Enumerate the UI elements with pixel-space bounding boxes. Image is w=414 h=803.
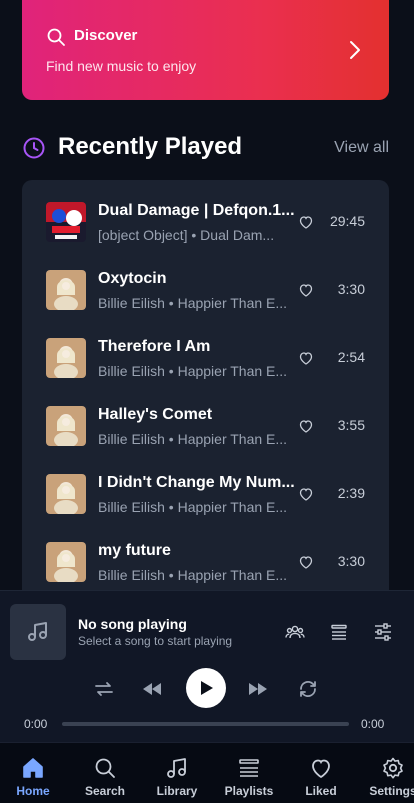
heart-icon[interactable] — [298, 282, 314, 298]
current-time: 0:00 — [24, 717, 48, 731]
now-playing-title: No song playing — [78, 616, 187, 632]
recently-played-header: Recently Played View all — [22, 131, 389, 165]
home-icon — [23, 758, 43, 778]
repeat-icon[interactable] — [93, 678, 115, 700]
track-duration: 2:39 — [337, 485, 365, 501]
track-duration: 2:54 — [337, 349, 365, 365]
nav-item-search[interactable]: Search — [69, 743, 141, 803]
nav-label: Search — [84, 784, 126, 798]
view-all-link[interactable]: View all — [334, 139, 389, 157]
track-subtitle: Billie Eilish • Happier Than E... — [98, 431, 288, 447]
track-duration: 3:30 — [337, 553, 365, 569]
heart-icon[interactable] — [298, 350, 314, 366]
discover-banner[interactable]: Discover Find new music to enjoy — [22, 0, 389, 100]
discover-title: Discover — [74, 27, 138, 44]
nav-item-library[interactable]: Library — [141, 743, 213, 803]
play-button[interactable] — [186, 668, 226, 708]
main-scroll[interactable]: Discover Find new music to enjoy Recentl… — [0, 0, 414, 590]
nav-item-liked[interactable]: Liked — [285, 743, 357, 803]
total-time: 0:00 — [361, 717, 385, 731]
nav-item-settings[interactable]: Settings — [357, 743, 414, 803]
now-playing-bar: No song playing Select a song to start p… — [0, 590, 414, 742]
heart-icon[interactable] — [298, 214, 314, 230]
section-title: Recently Played — [58, 133, 243, 160]
gear-icon — [383, 757, 403, 779]
nav-label: Home — [16, 784, 50, 798]
now-playing-subtitle: Select a song to start playing — [78, 634, 233, 648]
nav-label: Library — [156, 784, 198, 798]
discover-subtitle: Find new music to enjoy — [46, 58, 197, 74]
next-icon[interactable] — [247, 678, 269, 700]
nav-label: Playlists — [224, 784, 274, 798]
search-icon — [95, 758, 115, 778]
track-duration: 3:30 — [337, 281, 365, 297]
heart-icon[interactable] — [298, 554, 314, 570]
play-icon — [201, 681, 213, 695]
track-duration: 29:45 — [329, 213, 365, 229]
clock-icon — [23, 137, 45, 159]
track-row[interactable]: Therefore I Am Billie Eilish • Happier Th… — [22, 324, 389, 392]
album-art — [46, 338, 86, 378]
chevron-right-icon — [350, 41, 360, 59]
music-note-icon — [28, 622, 47, 641]
track-duration: 3:55 — [337, 417, 365, 433]
bottom-nav: Home Search Library Playlists Liked Settings — [0, 742, 414, 803]
track-subtitle: Billie Eilish • Happier Than E... — [98, 363, 288, 379]
progress-bar[interactable] — [62, 722, 349, 726]
list-icon — [239, 759, 259, 777]
nav-item-playlists[interactable]: Playlists — [213, 743, 285, 803]
nav-label: Liked — [305, 784, 337, 798]
track-row[interactable]: I Didn't Change My Num... Billie Eilish •… — [22, 460, 389, 528]
track-title: Dual Damage | Defqon.1... — [98, 202, 295, 219]
album-art — [46, 474, 86, 514]
queue-icon[interactable] — [329, 622, 349, 642]
track-title: Oxytocin — [98, 270, 167, 287]
track-row[interactable]: my future Billie Eilish • Happier Than E.… — [22, 528, 389, 590]
nav-item-home[interactable]: Home — [0, 743, 69, 803]
heart-icon — [312, 759, 330, 779]
users-icon[interactable] — [285, 622, 305, 642]
album-art — [46, 202, 86, 242]
heart-icon[interactable] — [298, 486, 314, 502]
heart-icon[interactable] — [298, 418, 314, 434]
track-subtitle: [object Object] • Dual Dam... — [98, 227, 275, 243]
equalizer-icon[interactable] — [373, 622, 393, 642]
track-title: Therefore I Am — [98, 338, 211, 355]
track-subtitle: Billie Eilish • Happier Than E... — [98, 295, 288, 311]
nav-label: Settings — [369, 784, 414, 798]
track-row[interactable]: Halley's Comet Billie Eilish • Happier Th… — [22, 392, 389, 460]
track-row[interactable]: Dual Damage | Defqon.1... [object Object]… — [22, 188, 389, 256]
track-subtitle: Billie Eilish • Happier Than E... — [98, 567, 288, 583]
album-art — [46, 270, 86, 310]
track-title: Halley's Comet — [98, 406, 213, 423]
previous-icon[interactable] — [141, 678, 163, 700]
recently-played-list: Dual Damage | Defqon.1... [object Object]… — [22, 180, 389, 590]
music-note-icon — [167, 758, 186, 778]
album-art — [46, 542, 86, 582]
track-title: I Didn't Change My Num... — [98, 474, 295, 491]
album-art — [46, 406, 86, 446]
search-icon — [47, 28, 65, 46]
album-art-placeholder — [10, 604, 66, 660]
track-subtitle: Billie Eilish • Happier Than E... — [98, 499, 288, 515]
shuffle-icon[interactable] — [297, 678, 319, 700]
track-row[interactable]: Oxytocin Billie Eilish • Happier Than E..… — [22, 256, 389, 324]
track-title: my future — [98, 542, 171, 559]
